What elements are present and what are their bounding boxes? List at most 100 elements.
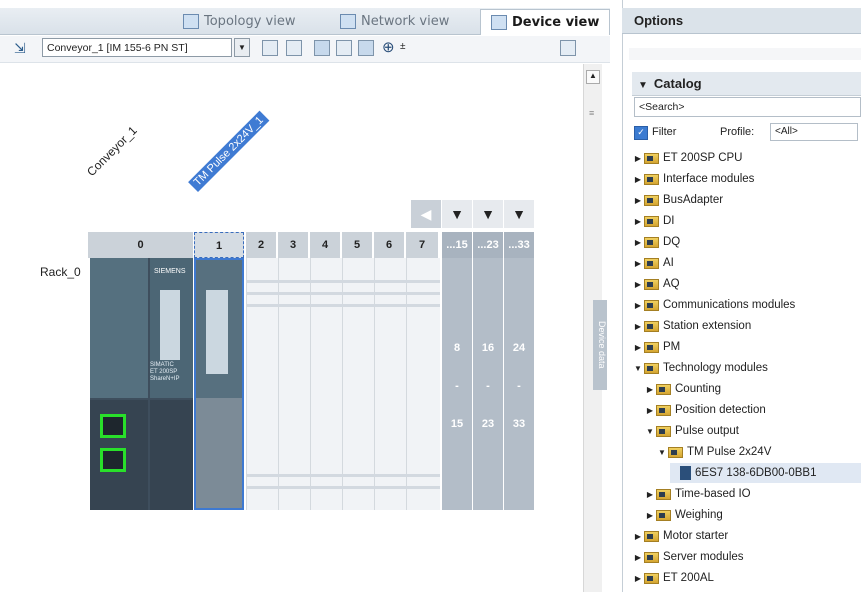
extension-header: ...23	[473, 232, 503, 258]
catalog-item[interactable]: ▶ Position detection	[646, 400, 861, 420]
expanded-icon[interactable]: ▼	[658, 448, 666, 457]
terminal-strip	[160, 290, 180, 360]
extension-slot-group[interactable]: ...23 16 - 23	[473, 232, 503, 510]
interface-module[interactable]: SIEMENS SIMATIC ET 200SP ShareN+IP	[90, 258, 193, 510]
catalog-item[interactable]: ▶ AI	[634, 253, 861, 273]
empty-slot[interactable]	[310, 258, 342, 510]
catalog-item[interactable]: ▼ Pulse output	[646, 421, 861, 441]
scroll-left-icon[interactable]: ◀	[411, 200, 441, 228]
collapsed-icon[interactable]: ▶	[634, 238, 642, 247]
collapsed-icon[interactable]: ▶	[634, 196, 642, 205]
collapsed-icon[interactable]: ▶	[634, 574, 642, 583]
collapsed-icon[interactable]: ▶	[634, 553, 642, 562]
catalog-item[interactable]: ▶ Counting	[646, 379, 861, 399]
collapsed-icon[interactable]: ▶	[646, 406, 654, 415]
chevron-down-icon[interactable]: ▼	[234, 38, 250, 57]
expanded-icon[interactable]: ▼	[634, 364, 642, 373]
collapsed-icon[interactable]: ▶	[634, 343, 642, 352]
empty-slot[interactable]	[406, 258, 440, 510]
collapsed-icon[interactable]: ▶	[646, 385, 654, 394]
collapsed-icon[interactable]: ▶	[646, 511, 654, 520]
folder-icon	[656, 404, 671, 416]
collapsed-icon[interactable]: ▶	[634, 154, 642, 163]
catalog-item[interactable]: 6ES7 138-6DB00-0BB1	[670, 463, 861, 483]
options-toolbar	[629, 48, 861, 60]
catalog-item[interactable]: ▶ Time-based IO	[646, 484, 861, 504]
catalog-item[interactable]: ▶ DI	[634, 211, 861, 231]
filter-checkbox[interactable]: ✓	[634, 126, 648, 140]
catalog-search-input[interactable]: <Search>	[634, 97, 861, 117]
empty-slot[interactable]	[342, 258, 374, 510]
catalog-item[interactable]: ▼ Technology modules	[634, 358, 861, 378]
expanded-icon[interactable]: ▼	[646, 427, 654, 436]
rail	[246, 280, 440, 283]
collapsed-icon[interactable]: ▶	[634, 322, 642, 331]
save-window-layout-icon[interactable]	[560, 40, 576, 56]
collapsed-icon[interactable]: ▶	[634, 532, 642, 541]
catalog-item-label: Station extension	[663, 320, 752, 332]
options-header: Options	[622, 8, 861, 34]
empty-slot[interactable]	[374, 258, 406, 510]
page-break-icon[interactable]	[358, 40, 374, 56]
catalog-item[interactable]: ▶ Weighing	[646, 505, 861, 525]
expand-slots-icon[interactable]: ▼	[473, 200, 503, 228]
catalog-item[interactable]: ▶ Station extension	[634, 316, 861, 336]
scroll-up-icon[interactable]: ▲	[586, 70, 600, 84]
expand-slots-icon[interactable]: ▼	[442, 200, 472, 228]
tab-network-view[interactable]: Network view	[340, 10, 449, 32]
catalog-item[interactable]: ▶ ET 200AL	[634, 568, 861, 588]
device-data-sidetab[interactable]: Device data	[593, 300, 607, 390]
empty-slot[interactable]	[246, 258, 278, 510]
extension-dash: -	[455, 380, 459, 392]
tab-device-view[interactable]: Device view	[480, 9, 611, 35]
catalog-item[interactable]: ▶ Server modules	[634, 547, 861, 567]
extension-slot-group[interactable]: ...33 24 - 33	[504, 232, 534, 510]
collapsed-icon[interactable]: ▶	[634, 301, 642, 310]
catalog-item[interactable]: ▶ PM	[634, 337, 861, 357]
extension-slot-group[interactable]: ...15 8 - 15	[442, 232, 472, 510]
tab-topology-view[interactable]: Topology view	[183, 10, 295, 32]
catalog-item[interactable]: ▶ DQ	[634, 232, 861, 252]
zoom-icon[interactable]: ⊕	[382, 38, 395, 56]
collapsed-icon[interactable]: ▶	[634, 175, 642, 184]
zoom-dropdown-icon[interactable]: ±	[400, 41, 406, 52]
ethernet-port-2	[100, 448, 126, 472]
collapsed-icon[interactable]: ▶	[646, 490, 654, 499]
chevron-down-icon: ▼	[638, 80, 648, 91]
catalog-item-label: Time-based IO	[675, 488, 751, 500]
empty-slot[interactable]	[278, 258, 310, 510]
folder-icon	[656, 425, 671, 437]
profile-select[interactable]: <All>	[770, 123, 858, 141]
catalog-item[interactable]: ▶ BusAdapter	[634, 190, 861, 210]
device-select[interactable]: Conveyor_1 [IM 155-6 PN ST]	[42, 38, 232, 57]
catalog-item[interactable]: ▼ TM Pulse 2x24V	[658, 442, 861, 462]
catalog-item-label: Motor starter	[663, 530, 729, 542]
labels-icon[interactable]	[286, 40, 302, 56]
show-rack-icon[interactable]	[262, 40, 278, 56]
scroll-thumb-icon[interactable]: ≡	[589, 108, 594, 118]
catalog-item[interactable]: ▶ Interface modules	[634, 169, 861, 189]
expand-slots-icon[interactable]: ▼	[504, 200, 534, 228]
catalog-header[interactable]: ▼ Catalog	[632, 72, 861, 96]
catalog-item-label: Weighing	[675, 509, 723, 521]
extension-end: 23	[481, 418, 495, 430]
slot-header: 4	[310, 232, 340, 258]
catalog-item[interactable]: ▶ AQ	[634, 274, 861, 294]
collapsed-icon[interactable]: ▶	[634, 280, 642, 289]
catalog-item-label: Interface modules	[663, 173, 755, 185]
catalog-item[interactable]: ▶ Communications modules	[634, 295, 861, 315]
tm-pulse-module[interactable]	[194, 258, 244, 510]
catalog-item[interactable]: ▶ ET 200SP CPU	[634, 148, 861, 168]
folder-icon	[644, 299, 659, 311]
rail	[246, 486, 440, 489]
folder-icon	[644, 257, 659, 269]
snap-icon[interactable]	[314, 40, 330, 56]
profile-label: Profile:	[720, 126, 755, 138]
grid-icon[interactable]	[336, 40, 352, 56]
rail	[246, 474, 440, 477]
device-overview-icon[interactable]: ⇲	[14, 40, 32, 56]
filter-label: Filter	[652, 126, 677, 138]
catalog-item[interactable]: ▶ Motor starter	[634, 526, 861, 546]
collapsed-icon[interactable]: ▶	[634, 259, 642, 268]
collapsed-icon[interactable]: ▶	[634, 217, 642, 226]
